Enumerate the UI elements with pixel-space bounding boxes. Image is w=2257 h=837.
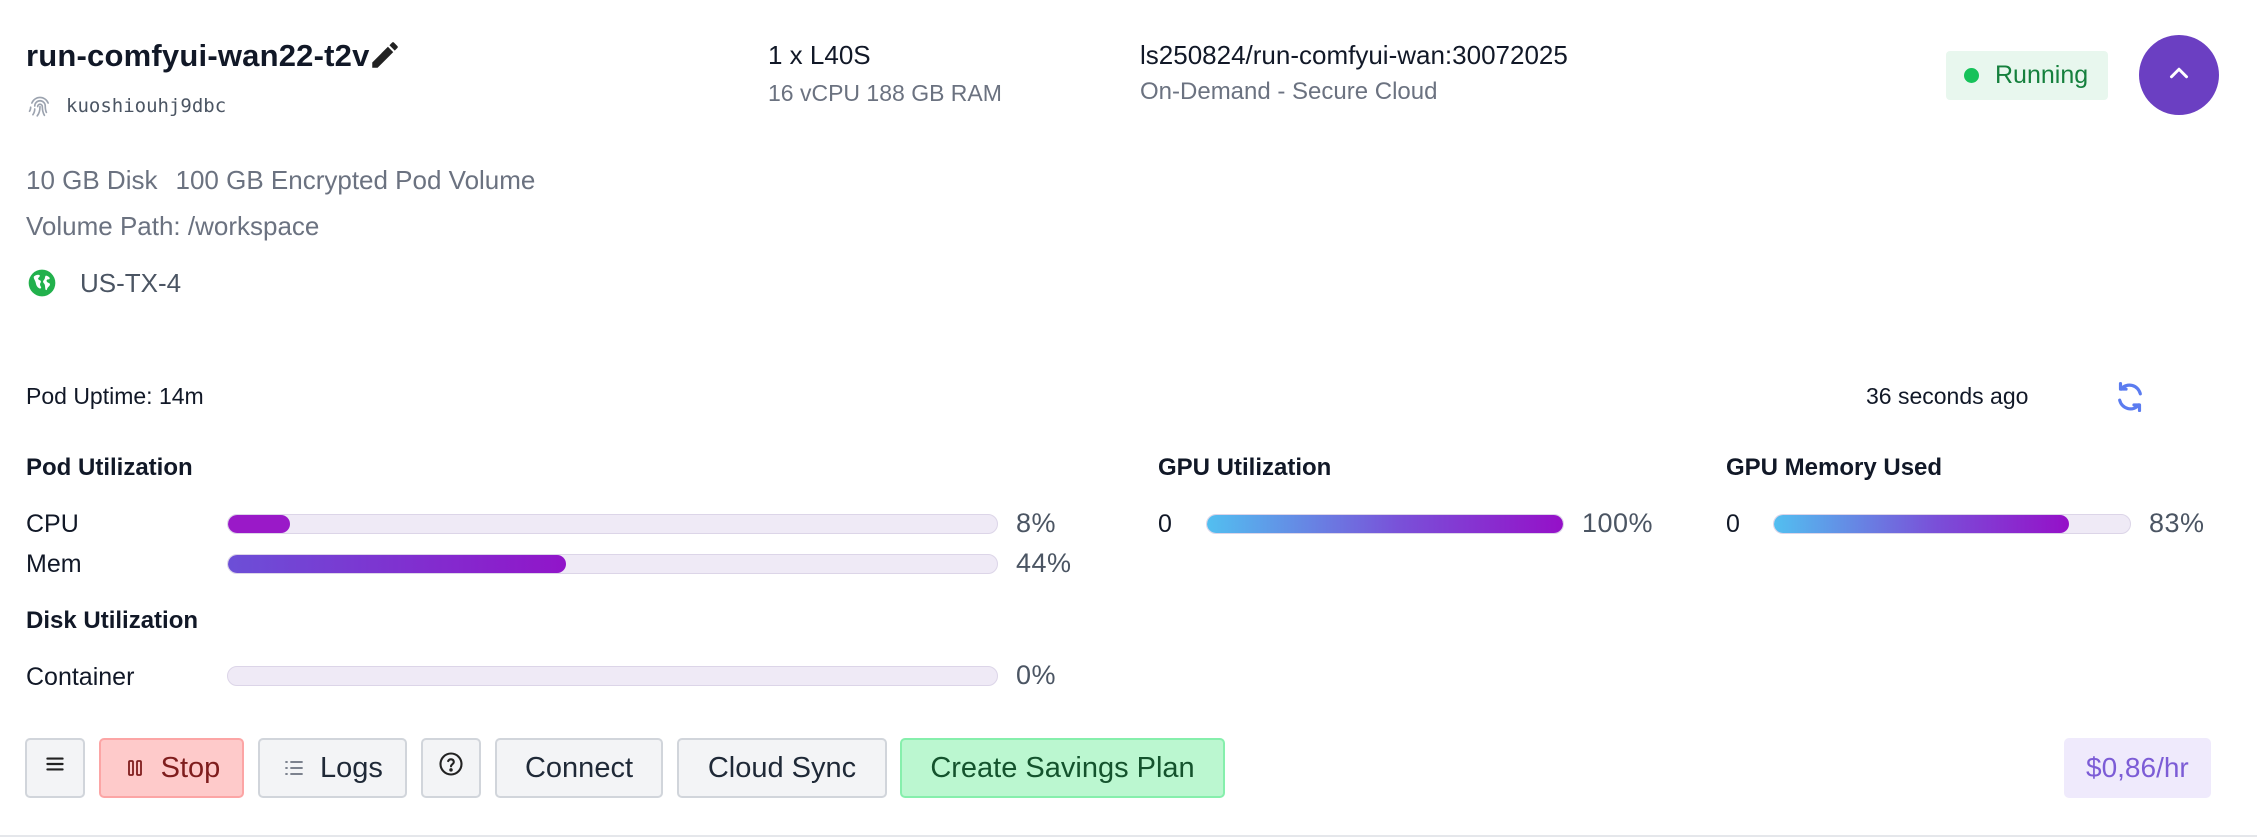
stop-button[interactable]: Stop <box>99 738 244 798</box>
mem-percent: 44% <box>1016 548 1072 578</box>
gpu-utilization-percent: 100% <box>1582 508 1654 538</box>
gpu-utilization-bar <box>1206 514 1564 534</box>
stop-label: Stop <box>160 751 221 784</box>
storage-info: 10 GB Disk 100 GB Encrypted Pod Volume <box>26 165 535 196</box>
pod-id-row: kuoshiouhj9dbc <box>26 92 226 120</box>
cpu-bar <box>227 514 998 534</box>
cpu-label: CPU <box>26 510 79 538</box>
gpu-memory-bar <box>1773 514 2131 534</box>
collapse-button[interactable] <box>2139 35 2219 115</box>
help-icon <box>437 750 465 786</box>
gpu-utilization-title: GPU Utilization <box>1158 454 1332 481</box>
globe-icon <box>26 267 58 299</box>
create-savings-plan-button[interactable]: Create Savings Plan <box>900 738 1225 798</box>
container-image: ls250824/run-comfyui-wan:30072025 <box>1140 40 1568 70</box>
menu-icon <box>42 751 68 785</box>
pod-card: run-comfyui-wan22-t2v kuoshiouhj9dbc 1 x… <box>0 0 2257 837</box>
pause-icon <box>123 756 147 780</box>
pod-utilization-title: Pod Utilization <box>26 454 193 481</box>
container-disk-bar <box>227 666 998 686</box>
price-badge: $0,86/hr <box>2064 738 2211 798</box>
status-badge: Running <box>1946 51 2109 100</box>
disk-size: 10 GB Disk <box>26 165 158 195</box>
gpu-utilization-bar-fill <box>1207 515 1563 533</box>
gpu-config: 1 x L40S <box>768 40 871 70</box>
region-label: US-TX-4 <box>80 267 182 298</box>
refresh-icon[interactable] <box>2111 378 2149 416</box>
gpu-memory-title: GPU Memory Used <box>1726 454 1943 481</box>
pod-name: run-comfyui-wan22-t2v <box>26 38 370 73</box>
status-dot <box>1964 68 1979 83</box>
volume-path: Volume Path: /workspace <box>26 211 320 241</box>
pencil-icon[interactable] <box>368 38 402 72</box>
gpu-memory-percent: 83% <box>2149 508 2205 538</box>
pod-uptime: Pod Uptime: 14m <box>26 383 204 409</box>
container-percent: 0% <box>1016 660 1057 690</box>
disk-utilization-title: Disk Utilization <box>26 607 199 634</box>
region-row: US-TX-4 <box>26 267 181 299</box>
mem-label: Mem <box>26 550 82 578</box>
gpu-memory-index: 0 <box>1726 510 1740 538</box>
fingerprint-icon <box>26 92 54 120</box>
cloud-sync-button[interactable]: Cloud Sync <box>677 738 887 798</box>
status-text: Running <box>1995 61 2089 89</box>
chevron-up-icon <box>2164 58 2194 93</box>
logs-button[interactable]: Logs <box>258 738 407 798</box>
connect-button[interactable]: Connect <box>495 738 663 798</box>
cloud-type: On-Demand - Secure Cloud <box>1140 78 1438 105</box>
mem-bar-fill <box>228 555 567 573</box>
pod-id: kuoshiouhj9dbc <box>66 95 227 117</box>
list-icon <box>282 756 306 780</box>
mem-bar <box>227 554 998 574</box>
volume-size: 100 GB Encrypted Pod Volume <box>175 165 536 195</box>
cpu-percent: 8% <box>1016 508 1057 538</box>
cpu-bar-fill <box>228 515 290 533</box>
gpu-memory-bar-fill <box>1774 515 2070 533</box>
gpu-index: 0 <box>1158 510 1172 538</box>
help-button[interactable] <box>421 738 481 798</box>
container-label: Container <box>26 663 135 691</box>
logs-label: Logs <box>320 751 383 784</box>
last-refresh-time: 36 seconds ago <box>1866 383 2029 409</box>
cpu-ram-specs: 16 vCPU 188 GB RAM <box>768 80 1002 106</box>
menu-button[interactable] <box>25 738 85 798</box>
